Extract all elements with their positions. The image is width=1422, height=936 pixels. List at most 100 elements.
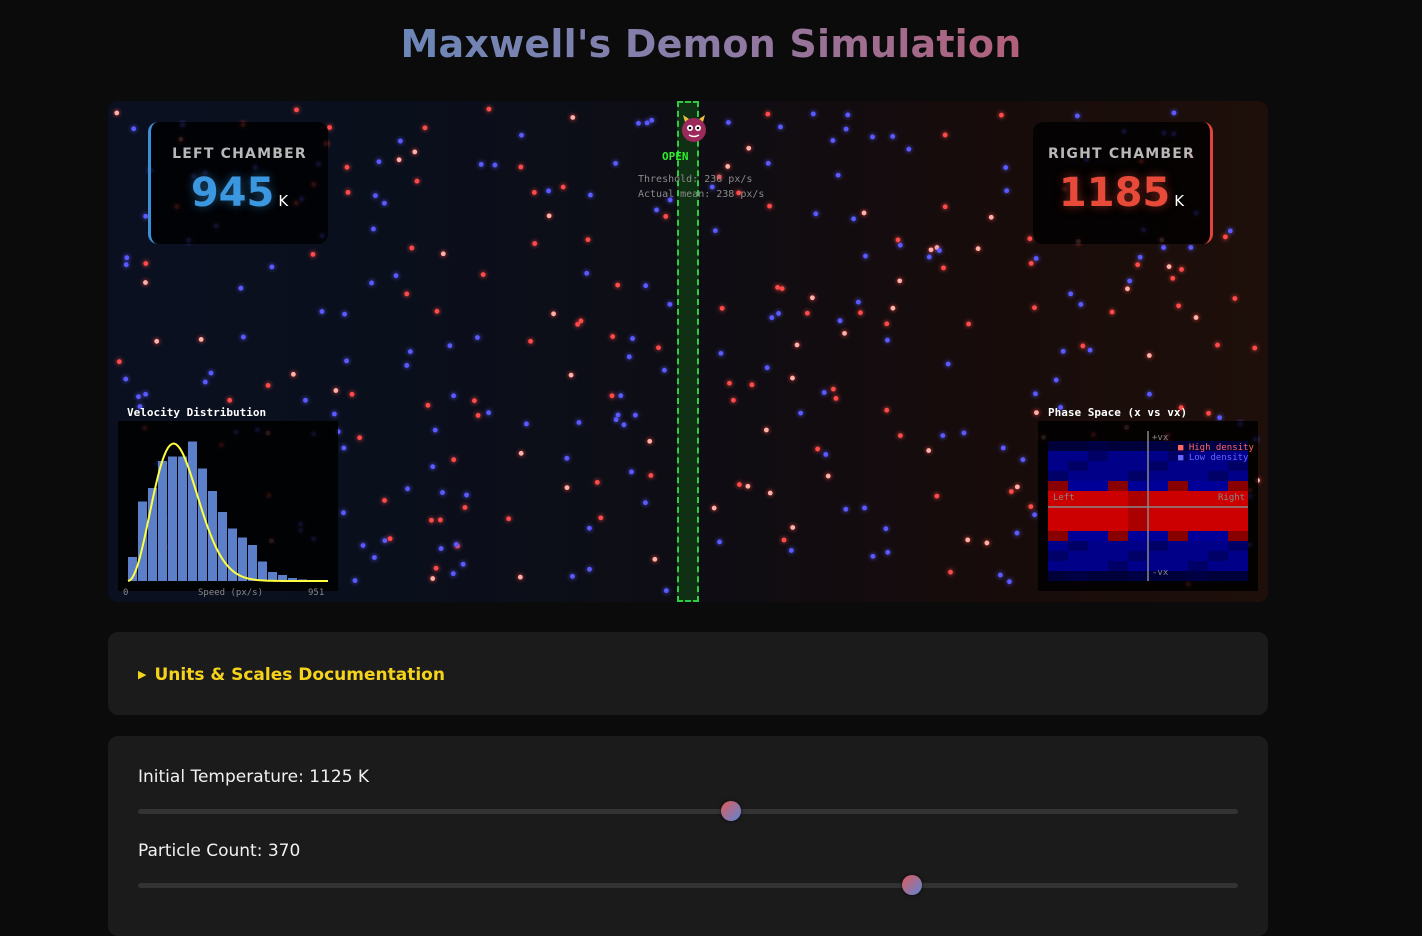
particle bbox=[841, 505, 850, 514]
histogram-bar bbox=[198, 468, 207, 581]
particle bbox=[776, 122, 785, 131]
particle bbox=[1007, 487, 1016, 496]
heatmap-cell bbox=[1208, 511, 1228, 521]
particle bbox=[854, 298, 863, 307]
heatmap-cell bbox=[1148, 461, 1168, 471]
particle bbox=[1002, 186, 1011, 195]
heatmap-cell bbox=[1108, 531, 1128, 541]
particle bbox=[225, 396, 234, 405]
heatmap-cell bbox=[1188, 501, 1208, 511]
particle bbox=[567, 371, 576, 380]
heatmap-cell bbox=[1048, 461, 1068, 471]
particle bbox=[576, 316, 585, 325]
heatmap-cell bbox=[1108, 511, 1128, 521]
particle bbox=[924, 446, 933, 455]
particle bbox=[1076, 300, 1085, 309]
particle bbox=[645, 437, 654, 446]
particle bbox=[811, 209, 820, 218]
particle bbox=[725, 379, 734, 388]
heatmap-cell bbox=[1068, 511, 1088, 521]
heatmap-cell bbox=[1188, 511, 1208, 521]
particle bbox=[484, 105, 493, 114]
particle bbox=[391, 271, 400, 280]
heatmap-cell bbox=[1168, 511, 1188, 521]
heatmap-cell bbox=[1128, 551, 1148, 561]
particle bbox=[438, 488, 447, 497]
particle bbox=[1026, 502, 1035, 511]
particle bbox=[585, 524, 594, 533]
particle bbox=[1250, 343, 1259, 352]
heatmap-cell bbox=[1148, 531, 1168, 541]
heatmap-cell bbox=[1108, 501, 1128, 511]
mean-text: Actual mean: 238 px/s bbox=[638, 189, 765, 200]
phase-bottom-label: -vx bbox=[1152, 568, 1169, 578]
particle bbox=[412, 177, 421, 186]
particle bbox=[239, 333, 248, 342]
particle bbox=[339, 443, 348, 452]
phase-panel: +vx -vx Left Right ■ High density ■ Low … bbox=[1038, 421, 1258, 591]
particle bbox=[350, 576, 359, 585]
particle bbox=[925, 253, 934, 262]
heatmap-cell bbox=[1228, 511, 1248, 521]
threshold-text: Threshold: 236 px/s bbox=[638, 174, 753, 185]
particle bbox=[331, 386, 340, 395]
heatmap-cell bbox=[1088, 521, 1108, 531]
particle bbox=[1030, 303, 1039, 312]
particle bbox=[767, 313, 776, 322]
heatmap-cell bbox=[1228, 531, 1248, 541]
phase-top-label: +vx bbox=[1152, 433, 1169, 443]
particle bbox=[267, 262, 276, 271]
heatmap-cell bbox=[1108, 451, 1128, 461]
particle bbox=[608, 332, 617, 341]
particle bbox=[122, 260, 131, 269]
heatmap-cell bbox=[1088, 451, 1108, 461]
demon-face-icon bbox=[682, 115, 706, 142]
histogram-bar bbox=[168, 456, 177, 581]
particle bbox=[939, 263, 948, 272]
particle bbox=[762, 426, 771, 435]
particle bbox=[766, 489, 775, 498]
heatmap-cell bbox=[1108, 551, 1128, 561]
particle bbox=[1145, 351, 1154, 360]
histogram-bar bbox=[248, 545, 257, 581]
velocity-x-max: 951 bbox=[308, 588, 325, 598]
heatmap-cell bbox=[1088, 501, 1108, 511]
particle bbox=[370, 553, 379, 562]
particle bbox=[1159, 243, 1168, 252]
particle bbox=[619, 420, 628, 429]
particle bbox=[1213, 341, 1222, 350]
particle bbox=[893, 235, 902, 244]
particle bbox=[420, 123, 429, 132]
particle-count-slider[interactable] bbox=[138, 875, 1238, 895]
temperature-slider[interactable] bbox=[138, 801, 1238, 821]
gate-info: Threshold: 236 px/s Actual mean: 238 px/… bbox=[638, 172, 764, 202]
particle bbox=[849, 214, 858, 223]
particle bbox=[432, 307, 441, 316]
particle bbox=[813, 445, 822, 454]
particle bbox=[824, 472, 833, 481]
particle-count-slider-thumb[interactable] bbox=[901, 875, 922, 895]
particle bbox=[828, 136, 837, 145]
velocity-x-min: 0 bbox=[123, 588, 129, 598]
particle bbox=[941, 202, 950, 211]
particle bbox=[1005, 577, 1014, 586]
heatmap-cell bbox=[1068, 551, 1088, 561]
particle bbox=[616, 391, 625, 400]
heatmap-cell bbox=[1108, 561, 1128, 571]
heatmap-cell bbox=[1048, 561, 1068, 571]
simulation-canvas[interactable]: OPEN Threshold: 236 px/s Actual mean: 23… bbox=[108, 101, 1268, 602]
particle bbox=[614, 410, 623, 419]
particle bbox=[437, 544, 446, 553]
phase-right-label: Right bbox=[1218, 493, 1246, 503]
temperature-slider-thumb[interactable] bbox=[721, 801, 742, 821]
particle bbox=[340, 310, 349, 319]
particle bbox=[625, 352, 634, 361]
heatmap-cell bbox=[1208, 541, 1228, 551]
docs-toggle[interactable]: ▶ Units & Scales Documentation bbox=[138, 665, 445, 685]
particle bbox=[428, 462, 437, 471]
controls-panel: Initial Temperature: 1125 K Particle Cou… bbox=[108, 736, 1268, 936]
heatmap-cell bbox=[1068, 521, 1088, 531]
particle bbox=[342, 163, 351, 172]
heatmap-cell bbox=[1048, 511, 1068, 521]
heatmap-cell bbox=[1088, 541, 1108, 551]
